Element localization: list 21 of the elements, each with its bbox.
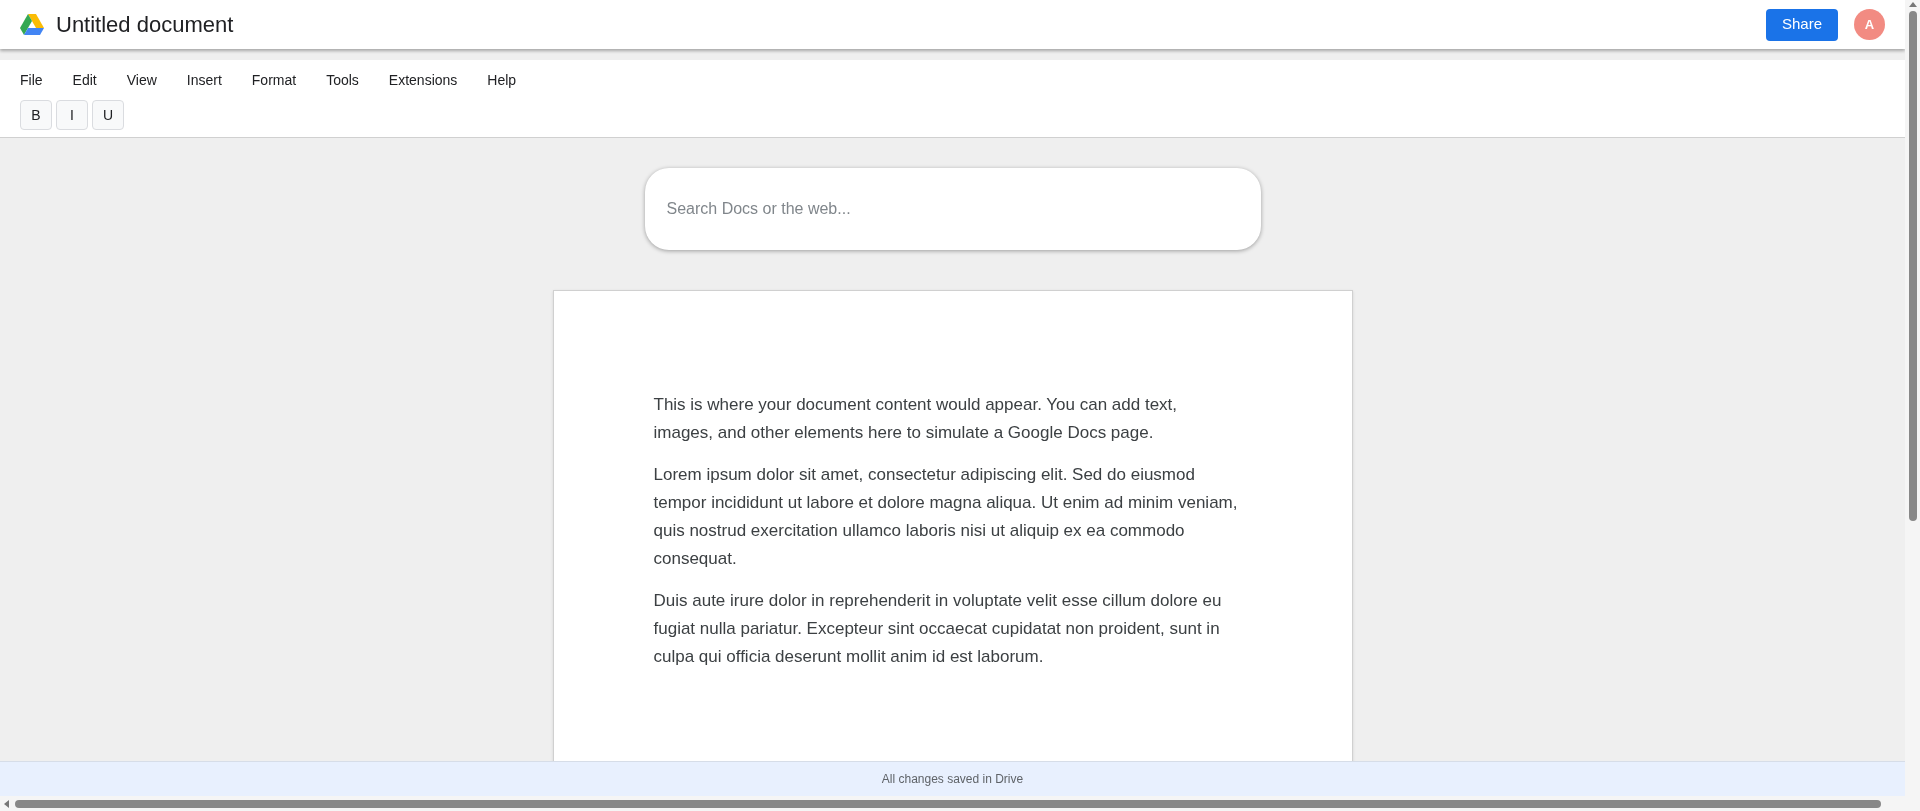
- format-button[interactable]: B: [20, 100, 52, 130]
- status-bar: All changes saved in Drive: [0, 761, 1905, 796]
- search-field[interactable]: Search Docs or the web...: [644, 168, 1261, 250]
- vertical-scrollbar[interactable]: [1905, 0, 1920, 796]
- document-title: Untitled document: [56, 11, 234, 39]
- menu-item[interactable]: File: [12, 69, 51, 91]
- document-paragraph: This is where your document content would appear. You can add text, images, and other elements here to simulate a Google Docs page.: [653, 394, 1179, 444]
- menu-item[interactable]: Format: [243, 69, 305, 91]
- menu-item[interactable]: Tools: [318, 69, 367, 91]
- menu-item[interactable]: Help: [479, 69, 525, 91]
- menu-item[interactable]: Extensions: [380, 69, 466, 91]
- menu-item[interactable]: Insert: [178, 69, 230, 91]
- menu-item[interactable]: View: [118, 69, 165, 91]
- horizontal-scrollbar[interactable]: [0, 796, 1920, 811]
- menu-item[interactable]: Edit: [64, 69, 105, 91]
- format-button[interactable]: I: [56, 100, 88, 130]
- share-button[interactable]: Share: [1765, 8, 1838, 41]
- document-paragraph: Duis aute irure dolor in reprehenderit in voluptate velit esse cillum dolore eu fugiat nulla pariatur. Excepteur sint occaecat cupidatat non proident, sunt in culpa qui officia deserunt mollit anim id est laborum.: [653, 590, 1223, 668]
- format-button[interactable]: U: [92, 100, 124, 130]
- drive-logo-icon: [20, 13, 44, 36]
- document-paragraph: Lorem ipsum dolor sit amet, consectetur adipiscing elit. Sed do eiusmod tempor incididunt ut labore et dolore magna aliqua. Ut enim ad minim veniam, quis nostrud exercitation ullamco laboris nisi ut aliquip ex ea commodo consequat.: [653, 464, 1239, 570]
